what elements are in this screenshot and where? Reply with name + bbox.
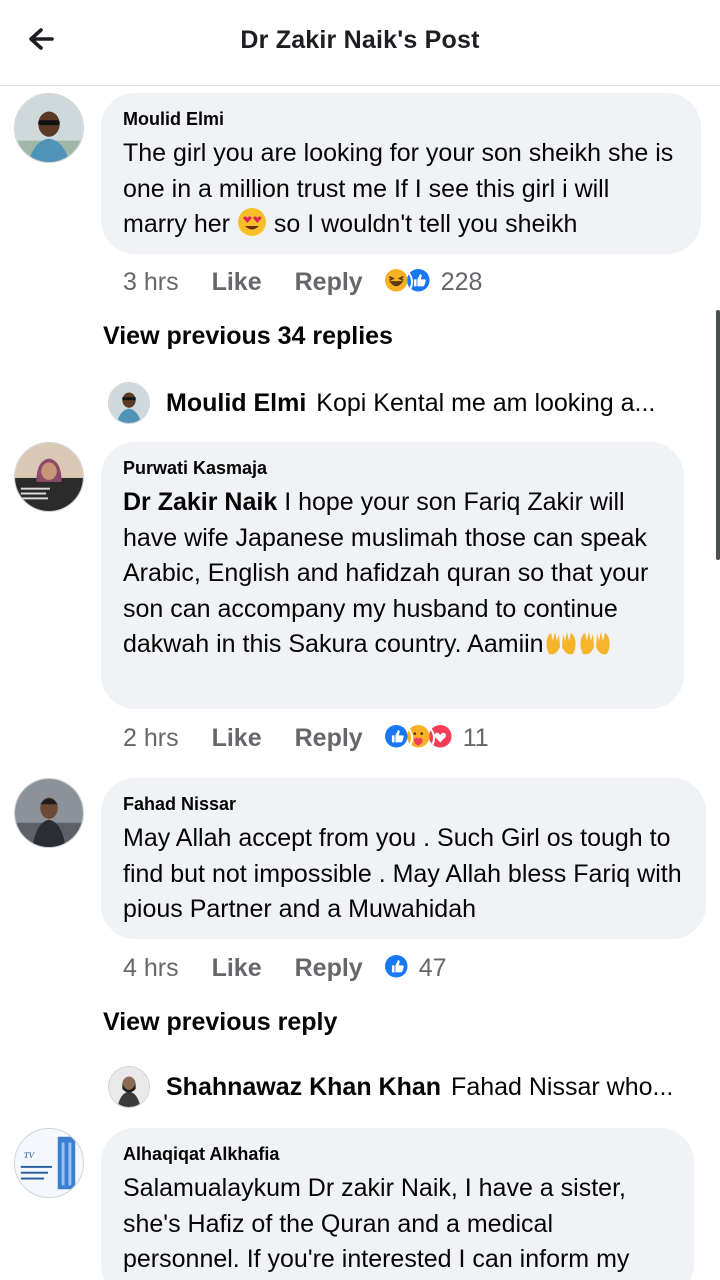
- view-previous-replies[interactable]: View previous 34 replies: [103, 322, 393, 351]
- comment-actions: 3 hrs Like Reply 228: [123, 264, 482, 300]
- like-button[interactable]: Like: [212, 268, 262, 297]
- comment-actions: 4 hrs Like Reply 47: [123, 950, 447, 986]
- page-title: Dr Zakir Naik's Post: [240, 26, 480, 54]
- reply-author[interactable]: Shahnawaz Khan Khan: [166, 1073, 441, 1102]
- comment-text: Salamualaykum Dr zakir Naik, I have a si…: [123, 1174, 630, 1273]
- timestamp[interactable]: 2 hrs: [123, 724, 179, 753]
- haha-icon: [382, 267, 413, 297]
- comment-text: May Allah accept from you . Such Girl os…: [123, 824, 682, 923]
- reply-preview[interactable]: Shahnawaz Khan Khan Fahad Nissar who...: [108, 1064, 673, 1110]
- comment-text: Dr Zakir Naik I hope your son Fariq Zaki…: [123, 485, 662, 668]
- reaction-count: 47: [418, 953, 447, 982]
- top-bar: Dr Zakir Naik's Post: [0, 0, 720, 86]
- raising-hands-emoji-icon: [578, 629, 612, 668]
- comment-author[interactable]: Alhaqiqat Alkhafia: [123, 1144, 672, 1165]
- reactions[interactable]: 228: [382, 267, 483, 297]
- like-button[interactable]: Like: [212, 724, 262, 753]
- reply-button[interactable]: Reply: [295, 268, 363, 297]
- comment-actions: 2 hrs Like Reply 11: [123, 720, 489, 756]
- comment-author[interactable]: Moulid Elmi: [123, 109, 679, 130]
- comment-author[interactable]: Fahad Nissar: [123, 794, 684, 815]
- timestamp[interactable]: 3 hrs: [123, 268, 179, 297]
- raising-hands-emoji-icon: [544, 629, 578, 668]
- reply-snippet: Fahad Nissar who...: [451, 1072, 674, 1101]
- reactions[interactable]: 11: [382, 723, 489, 753]
- reaction-count: 11: [462, 723, 489, 752]
- reply-button[interactable]: Reply: [295, 724, 363, 753]
- scrollbar[interactable]: [716, 310, 720, 560]
- heart-eyes-emoji-icon: [237, 207, 267, 248]
- comment-bubble: Moulid Elmi The girl you are looking for…: [101, 93, 701, 254]
- avatar[interactable]: [14, 93, 84, 163]
- comment-bubble: Alhaqiqat Alkhafia Salamualaykum Dr zaki…: [101, 1128, 694, 1280]
- avatar[interactable]: [108, 1066, 150, 1108]
- comment-text: The girl you are looking for your son sh…: [123, 136, 679, 248]
- view-previous-replies[interactable]: View previous reply: [103, 1008, 337, 1037]
- comment-author[interactable]: Purwati Kasmaja: [123, 458, 662, 479]
- reaction-count: 228: [440, 267, 483, 296]
- comment-bubble: Purwati Kasmaja Dr Zakir Naik I hope you…: [101, 442, 684, 709]
- svg-text:TV: TV: [24, 1150, 36, 1160]
- mention-link[interactable]: Dr Zakir Naik: [123, 488, 277, 516]
- like-icon: [382, 723, 413, 753]
- reply-author[interactable]: Moulid Elmi: [166, 389, 306, 418]
- comment-text-part: so I wouldn't tell you sheikh: [266, 210, 578, 238]
- avatar[interactable]: TV: [14, 1128, 84, 1198]
- reactions[interactable]: 47: [382, 953, 447, 983]
- avatar[interactable]: [108, 382, 150, 424]
- timestamp[interactable]: 4 hrs: [123, 954, 179, 983]
- like-button[interactable]: Like: [212, 954, 262, 983]
- reply-button[interactable]: Reply: [295, 954, 363, 983]
- reply-snippet: Kopi Kental me am looking a...: [316, 388, 656, 417]
- like-icon: [382, 953, 413, 983]
- reply-preview[interactable]: Moulid Elmi Kopi Kental me am looking a.…: [108, 380, 655, 426]
- comment-bubble: Fahad Nissar May Allah accept from you .…: [101, 778, 706, 939]
- avatar[interactable]: [14, 442, 84, 512]
- avatar[interactable]: [14, 778, 84, 848]
